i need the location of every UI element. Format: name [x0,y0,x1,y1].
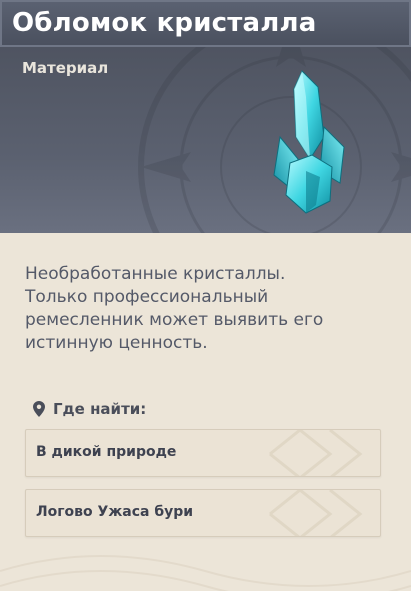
item-type-label: Материал [22,59,109,77]
source-stormterror-lair-button[interactable]: Логово Ужаса бури [25,489,381,537]
description-line: Необработанные кристаллы. [25,264,286,284]
button-ornament-icon [269,430,363,476]
item-detail-card: Обломок кристалла Материал Необработанны… [0,0,411,591]
button-ornament-icon [269,490,363,536]
item-body: Необработанные кристаллы. Только професс… [0,233,411,591]
where-to-find-label: Где найти: [53,400,147,418]
where-to-find-header: Где найти: [33,399,146,419]
description-line: истинную ценность. [25,333,208,353]
source-wild-button[interactable]: В дикой природе [25,429,381,477]
crystal-chunk-icon [273,70,345,214]
item-header: Материал [0,47,411,233]
item-description: Необработанные кристаллы. Только професс… [25,263,395,355]
title-bar: Обломок кристалла [0,0,411,48]
source-label: Логово Ужаса бури [36,504,194,520]
bottom-ornament-icon [0,555,411,591]
source-label: В дикой природе [36,444,177,460]
description-line: Только профессиональный [25,287,269,307]
location-pin-icon [33,401,45,417]
description-line: ремесленник может выявить его [25,310,324,330]
item-title: Обломок кристалла [12,8,317,38]
